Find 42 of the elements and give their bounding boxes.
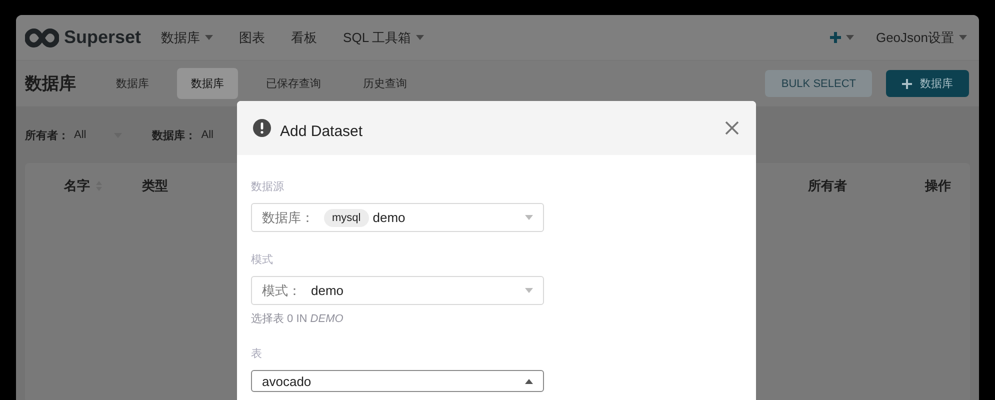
column-header: 操作 — [925, 177, 951, 195]
tab[interactable]: 历史查询 — [349, 68, 421, 99]
plus-icon[interactable] — [830, 32, 841, 43]
settings-menu[interactable]: GeoJson设置 — [876, 28, 954, 46]
database-tag: mysql — [324, 208, 369, 226]
select-prefix: 模式： — [262, 282, 301, 300]
field-label: 模式 — [251, 253, 274, 267]
field-label: 表 — [251, 347, 263, 361]
tab[interactable]: 已保存查询 — [252, 68, 335, 99]
caret-icon — [525, 215, 533, 220]
select-value: avocado — [262, 374, 312, 388]
nav-menu-item[interactable]: 看板 — [291, 28, 318, 46]
column-header: 类型 — [142, 177, 168, 195]
alert-icon — [253, 119, 271, 137]
caret-icon — [525, 288, 533, 293]
nav-menu-item[interactable]: SQL 工具箱 — [343, 28, 412, 46]
tab[interactable]: 数据库 — [102, 68, 163, 99]
add-database-button[interactable]: 数据库 — [886, 70, 969, 97]
brand-name[interactable]: Superset — [64, 27, 142, 48]
select-value: demo — [311, 283, 344, 298]
field-hint: 选择表 0 IN DEMO — [251, 312, 344, 326]
field-label: 数据源 — [251, 180, 285, 194]
select-field[interactable]: avocado — [251, 370, 544, 392]
plus-icon — [902, 78, 912, 88]
caret-icon — [525, 378, 533, 384]
select-prefix: 数据库： — [262, 208, 314, 226]
column-header[interactable]: 名字 — [64, 177, 90, 195]
logo-icon — [25, 28, 59, 48]
select-field[interactable]: 模式： demo — [251, 276, 544, 305]
select-value: demo — [372, 210, 406, 225]
filter-label: 数据库： — [152, 128, 196, 142]
nav-menu-item[interactable]: 图表 — [239, 28, 266, 46]
modal-title: Add Dataset — [280, 122, 363, 140]
select-field[interactable]: 数据库： mysql demo — [251, 203, 544, 232]
tab[interactable]: 数据库 — [177, 68, 238, 99]
filter-select[interactable]: All — [74, 129, 122, 141]
column-header: 所有者 — [808, 177, 847, 195]
close-icon[interactable] — [725, 121, 739, 135]
bulk-select-button[interactable]: BULK SELECT — [765, 70, 872, 97]
nav-menu-item[interactable]: 数据库 — [161, 28, 200, 46]
page-title: 数据库 — [25, 73, 76, 95]
filter-label: 所有者： — [25, 128, 69, 142]
